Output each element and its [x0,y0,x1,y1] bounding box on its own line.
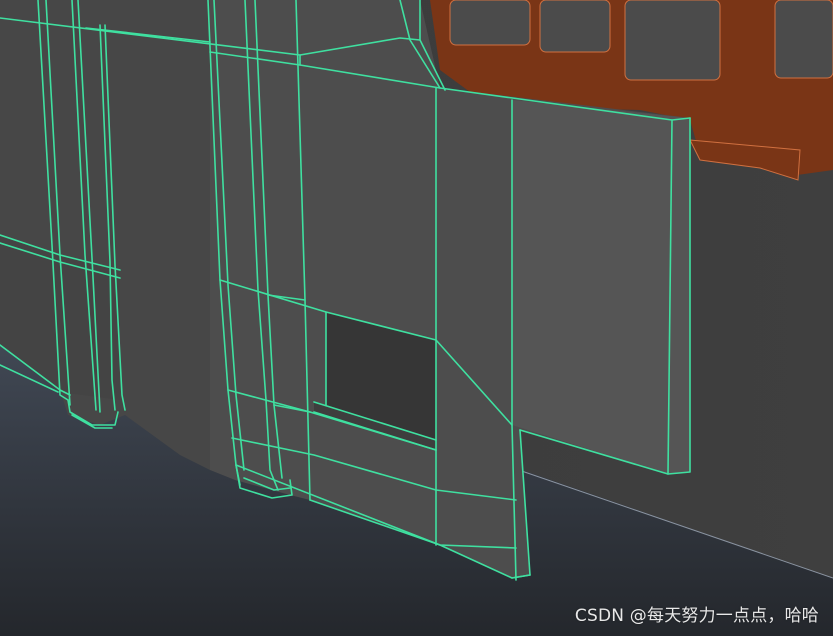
viewport-scene[interactable] [0,0,833,636]
3d-viewport[interactable]: CSDN @每天努力一点点，哈哈 [0,0,833,636]
csdn-watermark: CSDN @每天努力一点点，哈哈 [574,606,819,626]
